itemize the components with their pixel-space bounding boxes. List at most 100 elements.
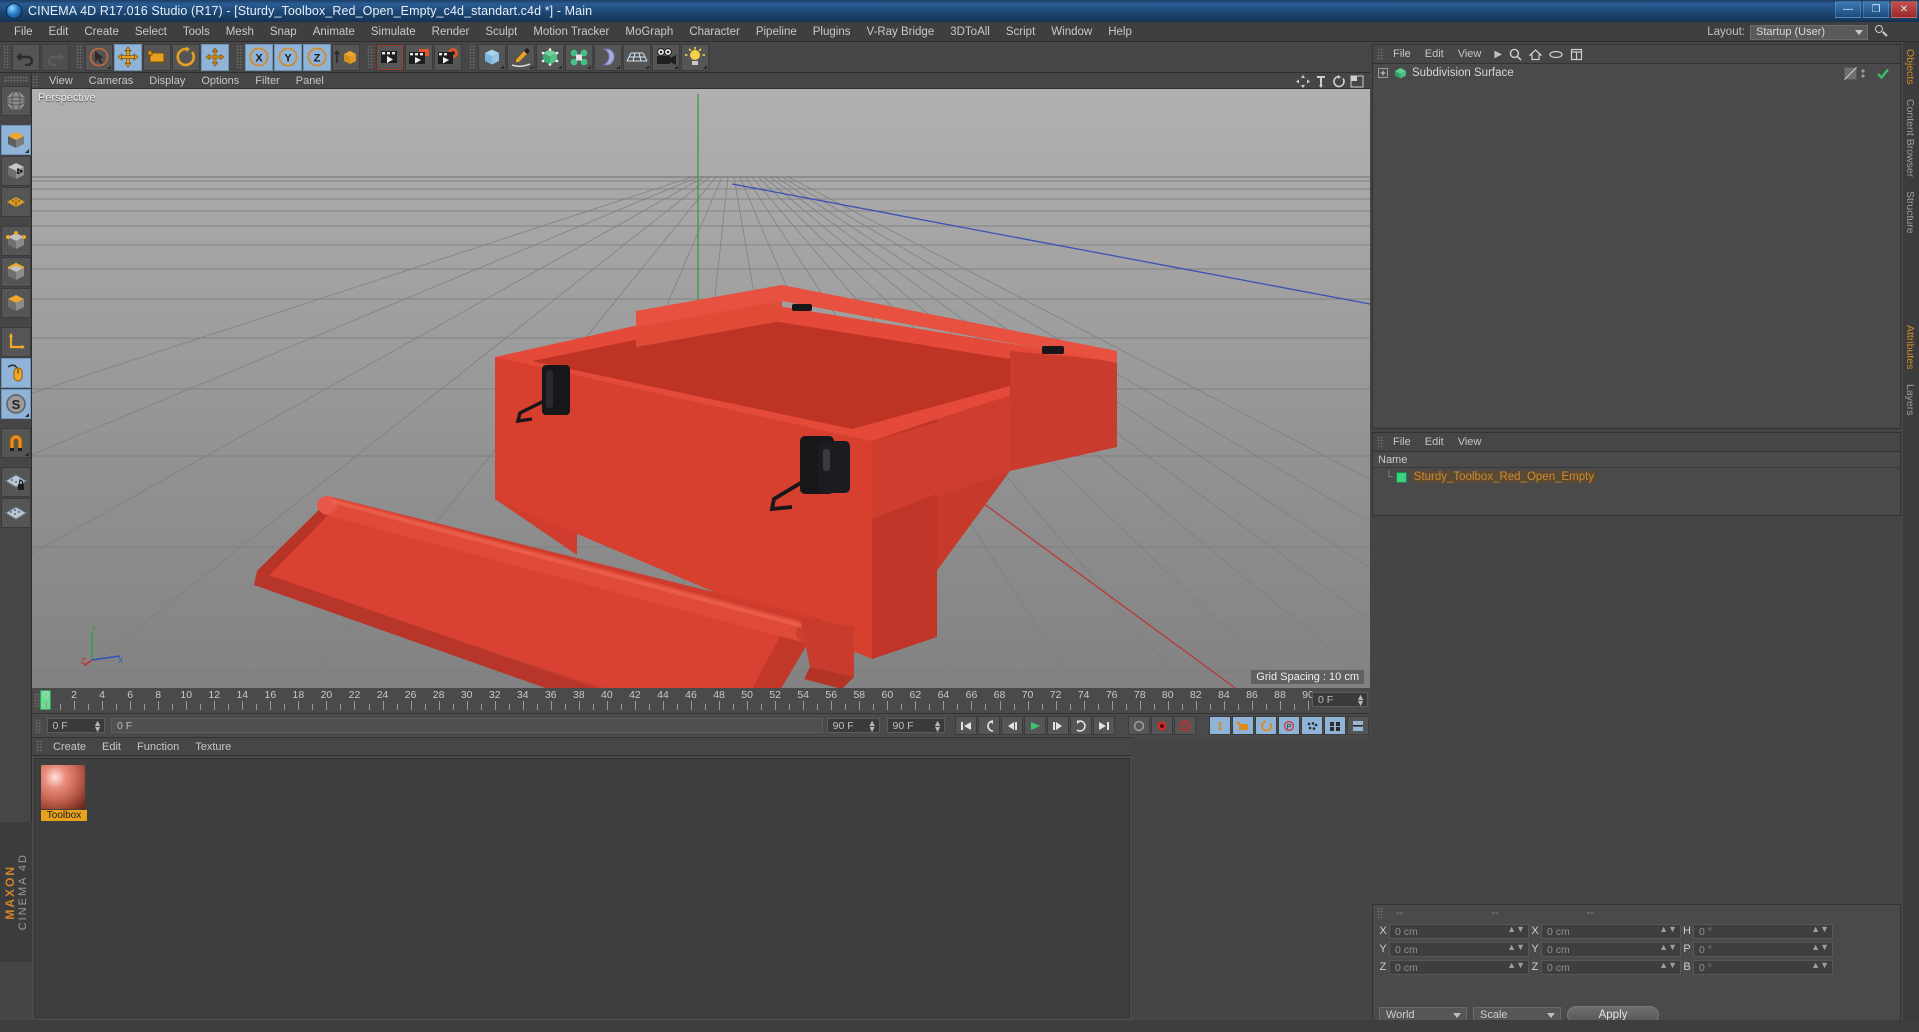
z-axis-icon[interactable]: Z xyxy=(303,43,331,71)
light-icon[interactable] xyxy=(681,43,709,71)
menu-item-simulate[interactable]: Simulate xyxy=(363,22,424,42)
render-settings-icon[interactable] xyxy=(434,43,462,71)
toolbar-grip[interactable] xyxy=(76,45,83,69)
frame-spinner-icon[interactable]: ▲ ▼ xyxy=(1356,693,1365,708)
go-to-start-icon[interactable] xyxy=(955,716,977,735)
spinner-icon[interactable]: ▲▼ xyxy=(933,719,942,734)
polygon-mode-icon[interactable] xyxy=(0,288,31,318)
rotate-viewport-icon[interactable] xyxy=(1332,75,1346,88)
spinner-icon[interactable]: ▲▼ xyxy=(1659,960,1677,969)
timeline-preview-field[interactable]: 0 F xyxy=(111,718,823,733)
layer-color-swatch[interactable] xyxy=(1395,471,1407,483)
enable-snap-icon[interactable]: S xyxy=(0,389,31,419)
toolbar-grip[interactable] xyxy=(469,45,476,69)
coord-rotation-h-field[interactable]: 0 ° ▲▼ xyxy=(1693,923,1833,939)
coord-position-y-field[interactable]: 0 cm ▲▼ xyxy=(1389,941,1529,957)
window-controls[interactable]: — ❐ ✕ xyxy=(1835,1,1917,18)
object-tree-row[interactable]: Subdivision Surface xyxy=(1373,64,1900,82)
menu-item-vray-bridge[interactable]: V-Ray Bridge xyxy=(858,22,942,42)
layer-menu-edit[interactable]: Edit xyxy=(1418,436,1451,448)
object-menu-edit[interactable]: Edit xyxy=(1418,48,1451,60)
layout-dropdown[interactable]: Startup (User) xyxy=(1750,24,1868,40)
loop-icon[interactable] xyxy=(1070,716,1092,735)
texture-tag-icon[interactable] xyxy=(1844,66,1857,80)
material-list[interactable]: Toolbox xyxy=(34,758,1130,1018)
coord-rotation-p-field[interactable]: 0 ° ▲▼ xyxy=(1693,941,1833,957)
menu-item-create[interactable]: Create xyxy=(76,22,127,42)
scale-icon[interactable] xyxy=(143,43,171,71)
menu-item-tools[interactable]: Tools xyxy=(175,22,218,42)
tab-attributes[interactable]: Attributes xyxy=(1903,318,1917,376)
point-mode-icon[interactable] xyxy=(0,226,31,256)
maximize-viewport-icon[interactable] xyxy=(1350,75,1364,88)
menu-item-window[interactable]: Window xyxy=(1043,22,1100,42)
spline-pen-icon[interactable] xyxy=(507,43,535,71)
home-icon[interactable] xyxy=(1529,48,1543,61)
autokey-icon[interactable] xyxy=(1128,716,1150,735)
spinner-icon[interactable]: ▲▼ xyxy=(1811,924,1829,933)
scale-key-icon[interactable] xyxy=(1232,716,1254,735)
material-menu-create[interactable]: Create xyxy=(45,741,94,753)
toolbar-grip[interactable] xyxy=(3,45,10,69)
toolbar-grip[interactable] xyxy=(367,45,374,69)
step-forward-icon[interactable] xyxy=(1047,716,1069,735)
menu-item-select[interactable]: Select xyxy=(127,22,175,42)
menu-item-snap[interactable]: Snap xyxy=(262,22,305,42)
search-icon[interactable] xyxy=(1509,48,1522,61)
nurbs-generator-icon[interactable] xyxy=(536,43,564,71)
material-item[interactable]: Toolbox xyxy=(41,765,87,821)
current-frame-field[interactable]: 0 F ▲ ▼ xyxy=(1312,692,1368,708)
play-icon[interactable] xyxy=(1024,716,1046,735)
menu-item-sculpt[interactable]: Sculpt xyxy=(477,22,525,42)
workplane-lock-icon[interactable] xyxy=(0,467,31,497)
material-menu-edit[interactable]: Edit xyxy=(94,741,129,753)
rotate-icon[interactable] xyxy=(172,43,200,71)
record-active-objects-icon[interactable] xyxy=(1151,716,1173,735)
coord-position-x-field[interactable]: 0 cm ▲▼ xyxy=(1389,923,1529,939)
check-tag-icon[interactable] xyxy=(1876,67,1890,80)
menu-item-character[interactable]: Character xyxy=(681,22,748,42)
undo-icon[interactable] xyxy=(12,43,40,71)
move-axis-icon[interactable] xyxy=(201,43,229,71)
visibility-dots-icon[interactable] xyxy=(1860,67,1873,80)
spinner-icon[interactable]: ▲▼ xyxy=(1659,942,1677,951)
menu-item-pipeline[interactable]: Pipeline xyxy=(748,22,805,42)
object-menu-file[interactable]: File xyxy=(1386,48,1418,60)
coord-rotation-b-field[interactable]: 0 ° ▲▼ xyxy=(1693,959,1833,975)
coord-size-x-field[interactable]: 0 cm ▲▼ xyxy=(1541,923,1681,939)
spinner-icon[interactable]: ▲▼ xyxy=(1507,942,1525,951)
spinner-icon[interactable]: ▲▼ xyxy=(1659,924,1677,933)
coordinates-grip[interactable] xyxy=(1377,907,1384,919)
minimize-button[interactable]: — xyxy=(1835,1,1861,18)
viewport-grip[interactable] xyxy=(32,74,39,87)
pla-key-icon[interactable] xyxy=(1301,716,1323,735)
spinner-icon[interactable]: ▲▼ xyxy=(868,719,877,734)
tab-objects[interactable]: Objects xyxy=(1903,42,1917,92)
viewport-solo-icon[interactable] xyxy=(0,358,31,388)
viewport-menu-view[interactable]: View xyxy=(41,75,81,87)
timeline-toolbar-grip[interactable] xyxy=(35,718,42,733)
world-coordinates-icon[interactable] xyxy=(332,43,360,71)
model-mode-icon[interactable] xyxy=(0,125,31,155)
timeline-ruler[interactable]: 0 2 4 6 8 10 12 14 16 18 20 22 24 26 28 30 32 34 36 38 40 42 4… xyxy=(32,688,1370,714)
object-manager-grip[interactable] xyxy=(1377,47,1384,61)
layer-menu-file[interactable]: File xyxy=(1386,436,1418,448)
timeline-left-field[interactable]: 0 F ▲ ▼ xyxy=(46,718,106,734)
redo-icon[interactable] xyxy=(41,43,69,71)
layer-row[interactable]: └ Sturdy_Toolbox_Red_Open_Empty xyxy=(1373,468,1900,486)
material-menu-texture[interactable]: Texture xyxy=(187,741,239,753)
tab-layers[interactable]: Layers xyxy=(1903,377,1917,423)
viewport-menu-options[interactable]: Options xyxy=(193,75,247,87)
step-back-icon[interactable] xyxy=(1001,716,1023,735)
menu-item-render[interactable]: Render xyxy=(424,22,478,42)
menu-item-edit[interactable]: Edit xyxy=(41,22,77,42)
menu-item-motion-tracker[interactable]: Motion Tracker xyxy=(525,22,617,42)
camera-icon[interactable] xyxy=(652,43,680,71)
array-deformer-icon[interactable] xyxy=(565,43,593,71)
y-axis-icon[interactable]: Y xyxy=(274,43,302,71)
left-toolbar-grip[interactable] xyxy=(3,76,28,83)
fit-icon[interactable] xyxy=(1570,48,1583,61)
cube-primitive-icon[interactable] xyxy=(478,43,506,71)
layer-manager-grip[interactable] xyxy=(1377,435,1384,449)
viewport-menu-filter[interactable]: Filter xyxy=(247,75,287,87)
